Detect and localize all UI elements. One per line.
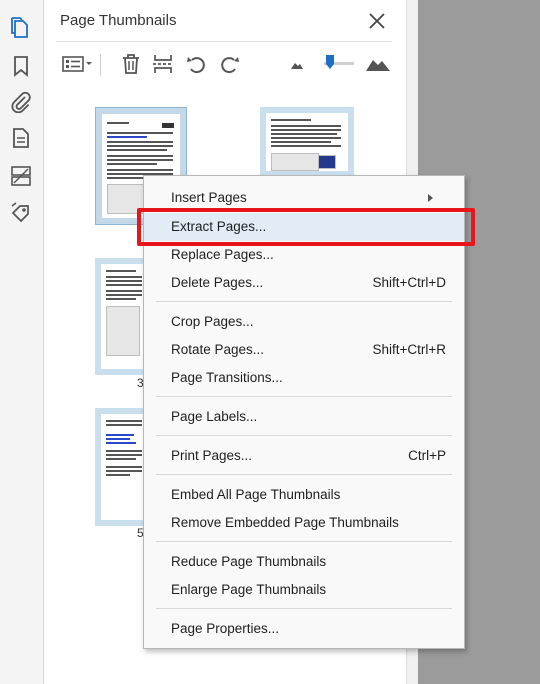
page-thumbnail-3[interactable] [95,258,149,375]
submenu-arrow-icon [428,194,433,202]
page-preview [101,264,143,369]
menu-item-label: Replace Pages... [171,247,274,262]
menu-item-label: Reduce Page Thumbnails [171,554,327,569]
menu-separator [156,435,452,436]
toolbar-divider [56,41,392,42]
menu-item-shortcut: Shift+Ctrl+D [372,275,446,290]
layers-icon[interactable] [10,164,32,188]
toolbar-separator [100,54,101,76]
close-icon[interactable] [366,10,388,32]
menu-item-shortcut: Ctrl+P [408,448,446,463]
menu-separator [156,396,452,397]
menu-item-delete-pages[interactable]: Delete Pages... Shift+Ctrl+D [144,269,464,297]
menu-item-label: Insert Pages [171,190,247,205]
menu-item-label: Crop Pages... [171,314,254,329]
menu-item-reduce-thumbnails[interactable]: Reduce Page Thumbnails [144,548,464,576]
menu-item-enlarge-thumbnails[interactable]: Enlarge Page Thumbnails [144,576,464,604]
zoom-out-thumbnails-icon[interactable] [288,50,306,78]
menu-item-page-labels[interactable]: Page Labels... [144,403,464,431]
slider-thumb[interactable] [325,54,335,70]
menu-item-label: Rotate Pages... [171,342,265,357]
menu-item-page-properties[interactable]: Page Properties... [144,615,464,643]
menu-item-remove-embedded-thumbnails[interactable]: Remove Embedded Page Thumbnails [144,509,464,537]
bookmark-icon[interactable] [10,54,32,78]
page-thumbnail-5[interactable] [95,408,149,526]
menu-separator [156,541,452,542]
menu-separator [156,608,452,609]
menu-separator [156,474,452,475]
menu-item-embed-thumbnails[interactable]: Embed All Page Thumbnails [144,481,464,509]
menu-item-label: Delete Pages... [171,275,264,290]
menu-item-rotate-pages[interactable]: Rotate Pages... Shift+Ctrl+R [144,336,464,364]
attachment-icon[interactable] [10,90,32,114]
page-thumbnail-2[interactable] [260,107,354,177]
document-icon[interactable] [10,126,32,150]
menu-item-page-transitions[interactable]: Page Transitions... [144,364,464,392]
rotate-clockwise-icon[interactable] [216,50,242,78]
options-menu-icon[interactable] [60,50,94,78]
panel-title: Page Thumbnails [60,12,177,29]
menu-separator [156,301,452,302]
rotate-counterclockwise-icon[interactable] [184,50,210,78]
menu-item-label: Page Labels... [171,409,258,424]
zoom-in-thumbnails-icon[interactable] [364,50,392,78]
menu-item-label: Remove Embedded Page Thumbnails [171,515,399,530]
page-options-context-menu: Insert Pages Extract Pages... Replace Pa… [143,175,465,649]
insert-pages-icon[interactable] [150,50,176,78]
menu-item-label: Print Pages... [171,448,253,463]
menu-item-print-pages[interactable]: Print Pages... Ctrl+P [144,442,464,470]
menu-item-shortcut: Shift+Ctrl+R [372,342,446,357]
navigation-rail [0,0,44,684]
menu-item-crop-pages[interactable]: Crop Pages... [144,308,464,336]
pages-icon[interactable] [10,16,32,40]
page-preview [101,414,143,520]
menu-item-label: Page Transitions... [171,370,283,385]
tag-icon[interactable] [10,200,32,224]
menu-item-label: Enlarge Page Thumbnails [171,582,327,597]
delete-icon[interactable] [118,50,144,78]
highlight-annotation-box [137,208,475,246]
menu-item-label: Page Properties... [171,621,280,636]
page-preview [266,113,348,171]
menu-item-label: Embed All Page Thumbnails [171,487,341,502]
